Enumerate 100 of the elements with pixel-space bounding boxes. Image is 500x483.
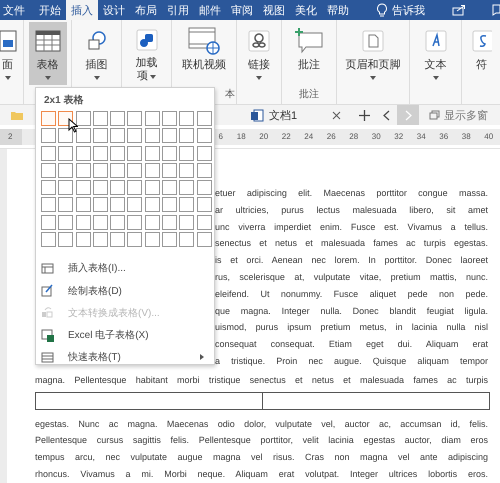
table-button[interactable]: 表格 xyxy=(28,22,66,85)
grid-cell[interactable] xyxy=(196,146,212,161)
ribbon-tab[interactable]: 邮件 xyxy=(194,0,226,20)
grid-cell[interactable] xyxy=(179,128,194,144)
grid-cell[interactable] xyxy=(110,180,126,196)
grid-cell[interactable] xyxy=(41,232,56,248)
ribbon-button[interactable]: 批注 xyxy=(290,22,328,85)
grid-cell[interactable] xyxy=(179,214,194,230)
ribbon-tab[interactable]: 视图 xyxy=(258,0,290,20)
ribbon-button[interactable]: 加载项 xyxy=(128,22,166,85)
grid-cell[interactable] xyxy=(76,146,91,161)
grid-cell[interactable] xyxy=(162,146,178,161)
grid-cell[interactable] xyxy=(127,128,142,144)
grid-cell[interactable] xyxy=(92,162,108,178)
grid-cell[interactable] xyxy=(41,214,56,230)
show-windows-button[interactable]: 显示多窗 xyxy=(429,108,488,122)
lightbulb-icon[interactable] xyxy=(376,3,388,17)
grid-cell[interactable] xyxy=(179,180,194,196)
grid-cell[interactable] xyxy=(92,128,108,144)
grid-cell[interactable] xyxy=(76,232,91,248)
grid-cell[interactable] xyxy=(92,146,108,161)
grid-cell[interactable] xyxy=(76,111,91,126)
grid-cell[interactable] xyxy=(41,128,56,144)
grid-cell[interactable] xyxy=(162,128,178,144)
grid-cell[interactable] xyxy=(110,162,126,178)
grid-cell[interactable] xyxy=(92,111,108,126)
grid-cell[interactable] xyxy=(127,111,142,126)
grid-cell[interactable] xyxy=(144,214,160,230)
grid-cell[interactable] xyxy=(41,162,56,178)
grid-cell[interactable] xyxy=(196,232,212,248)
grid-cell[interactable] xyxy=(127,197,142,212)
grid-cell[interactable] xyxy=(196,214,212,230)
grid-cell[interactable] xyxy=(179,197,194,212)
grid-cell[interactable] xyxy=(76,197,91,212)
ribbon-tab[interactable]: 引用 xyxy=(162,0,194,20)
grid-cell[interactable] xyxy=(162,162,178,178)
grid-cell[interactable] xyxy=(127,180,142,196)
grid-cell[interactable] xyxy=(58,197,74,212)
grid-cell[interactable] xyxy=(41,180,56,196)
menu-item[interactable]: 绘制表格(D) xyxy=(36,279,214,302)
grid-cell[interactable] xyxy=(58,111,74,126)
grid-cell[interactable] xyxy=(41,111,56,126)
ribbon-tab[interactable]: 美化 xyxy=(290,0,322,20)
ribbon-button[interactable]: 插图 xyxy=(78,22,116,85)
grid-cell[interactable] xyxy=(196,162,212,178)
ribbon-button[interactable]: 联机视频 xyxy=(180,22,228,85)
grid-cell[interactable] xyxy=(110,232,126,248)
ribbon-tab[interactable]: 审阅 xyxy=(226,0,258,20)
grid-cell[interactable] xyxy=(179,146,194,161)
grid-cell[interactable] xyxy=(144,197,160,212)
ribbon-tab[interactable]: 帮助 xyxy=(322,0,354,20)
grid-cell[interactable] xyxy=(92,180,108,196)
grid-cell[interactable] xyxy=(110,197,126,212)
grid-cell[interactable] xyxy=(162,214,178,230)
grid-cell[interactable] xyxy=(179,232,194,248)
grid-cell[interactable] xyxy=(92,232,108,248)
ribbon-button[interactable]: 文本 xyxy=(416,22,454,85)
ribbon-button[interactable]: 符 xyxy=(462,22,500,85)
grid-cell[interactable] xyxy=(127,214,142,230)
grid-cell[interactable] xyxy=(110,111,126,126)
grid-cell[interactable] xyxy=(58,162,74,178)
ribbon-tab[interactable]: 设计 xyxy=(98,0,130,20)
ribbon-button[interactable]: 链接 xyxy=(240,22,278,85)
grid-cell[interactable] xyxy=(76,180,91,196)
grid-cell[interactable] xyxy=(144,128,160,144)
share-icon[interactable] xyxy=(452,4,466,16)
grid-cell[interactable] xyxy=(144,146,160,161)
grid-cell[interactable] xyxy=(127,232,142,248)
ribbon-tab[interactable]: 开始 xyxy=(34,0,66,20)
comment-icon[interactable] xyxy=(492,4,500,16)
grid-cell[interactable] xyxy=(162,180,178,196)
grid-cell[interactable] xyxy=(127,162,142,178)
ribbon-button[interactable]: 面 xyxy=(0,22,26,85)
grid-cell[interactable] xyxy=(196,180,212,196)
grid-cell[interactable] xyxy=(76,162,91,178)
grid-cell[interactable] xyxy=(144,180,160,196)
folder-icon[interactable] xyxy=(10,110,24,120)
grid-cell[interactable] xyxy=(92,197,108,212)
grid-cell[interactable] xyxy=(58,128,74,144)
ribbon-tab[interactable]: 布局 xyxy=(130,0,162,20)
grid-cell[interactable] xyxy=(110,128,126,144)
grid-cell[interactable] xyxy=(76,128,91,144)
grid-cell[interactable] xyxy=(76,214,91,230)
grid-cell[interactable] xyxy=(179,111,194,126)
grid-cell[interactable] xyxy=(196,197,212,212)
grid-cell[interactable] xyxy=(92,214,108,230)
menu-item[interactable]: Excel 电子表格(X) xyxy=(36,324,214,346)
grid-cell[interactable] xyxy=(162,111,178,126)
grid-cell[interactable] xyxy=(144,111,160,126)
menu-item[interactable]: 快速表格(T) xyxy=(36,346,214,369)
ribbon-button[interactable]: 页眉和页脚 xyxy=(344,22,402,85)
grid-cell[interactable] xyxy=(58,180,74,196)
grid-cell[interactable] xyxy=(144,162,160,178)
grid-cell[interactable] xyxy=(110,146,126,161)
grid-cell[interactable] xyxy=(179,162,194,178)
grid-cell[interactable] xyxy=(162,232,178,248)
grid-cell[interactable] xyxy=(196,111,212,126)
ribbon-tab[interactable]: 文件 xyxy=(0,0,34,20)
grid-cell[interactable] xyxy=(58,214,74,230)
grid-cell[interactable] xyxy=(58,146,74,161)
